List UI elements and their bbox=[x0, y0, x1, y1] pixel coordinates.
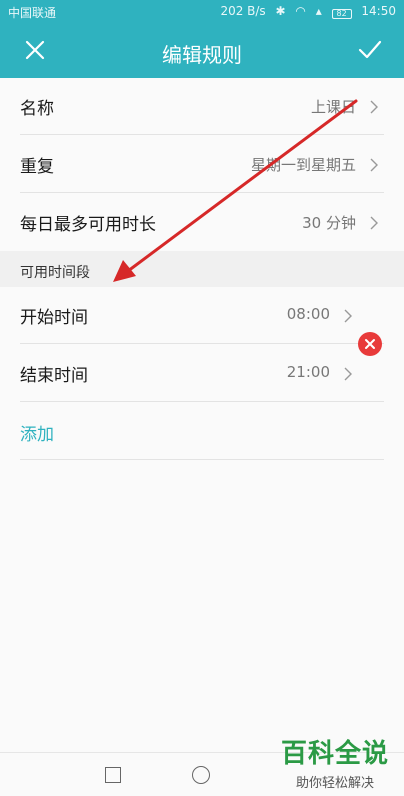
rule-row-name[interactable]: 名称 上课日 bbox=[20, 78, 384, 135]
recent-apps-icon[interactable] bbox=[105, 767, 121, 783]
time-row-start[interactable]: 开始时间 08:00 bbox=[20, 287, 384, 344]
status-bar: 中国联通 202 B/s ✱ ◠ ▴ 82 14:50 bbox=[0, 0, 404, 24]
divider bbox=[20, 401, 384, 402]
time-value: 21:00 bbox=[286, 363, 330, 381]
divider bbox=[20, 343, 384, 344]
status-right: 202 B/s ✱ ◠ ▴ 82 14:50 bbox=[214, 4, 396, 19]
page-title: 编辑规则 bbox=[162, 43, 242, 67]
rule-value: 30 分钟 bbox=[302, 214, 356, 232]
divider bbox=[20, 192, 384, 193]
chevron-right-icon bbox=[344, 367, 352, 381]
check-icon bbox=[358, 40, 382, 59]
watermark-title: 百科全说 bbox=[280, 739, 389, 769]
bluetooth-icon: ✱ bbox=[275, 4, 286, 18]
clock: 14:50 bbox=[361, 4, 396, 18]
chevron-right-icon bbox=[370, 100, 378, 114]
carrier-name: 中国联通 bbox=[8, 6, 57, 20]
section-header: 可用时间段 bbox=[0, 251, 404, 287]
confirm-button[interactable] bbox=[356, 37, 384, 63]
signal-icon: ▴ bbox=[315, 4, 322, 18]
home-icon[interactable] bbox=[192, 766, 210, 784]
chevron-right-icon bbox=[370, 216, 378, 230]
rule-value: 上课日 bbox=[310, 98, 356, 116]
rule-value: 星期一到星期五 bbox=[250, 156, 356, 174]
rule-row-daily-limit[interactable]: 每日最多可用时长 30 分钟 bbox=[20, 194, 384, 251]
time-value: 08:00 bbox=[286, 305, 330, 323]
battery-icon: 82 bbox=[331, 9, 352, 19]
title-bar: 编辑规则 bbox=[0, 24, 404, 78]
time-row-end[interactable]: 结束时间 21:00 bbox=[20, 345, 384, 402]
watermark-subtitle: 助你轻松解决 bbox=[295, 776, 374, 791]
divider bbox=[20, 459, 384, 460]
close-icon bbox=[365, 339, 375, 349]
wifi-icon: ◠ bbox=[295, 4, 306, 18]
delete-time-slot-button[interactable] bbox=[358, 332, 382, 356]
divider bbox=[20, 134, 384, 135]
chevron-right-icon bbox=[370, 158, 378, 172]
watermark: 百科全说 助你轻松解决 bbox=[277, 733, 393, 791]
rule-label: 重复 bbox=[20, 157, 54, 177]
rule-label: 名称 bbox=[20, 99, 54, 119]
rule-row-repeat[interactable]: 重复 星期一到星期五 bbox=[20, 136, 384, 193]
rule-label: 每日最多可用时长 bbox=[20, 215, 156, 235]
time-label: 结束时间 bbox=[20, 366, 88, 386]
network-speed: 202 B/s bbox=[220, 4, 266, 18]
chevron-right-icon bbox=[344, 309, 352, 323]
section-title: 可用时间段 bbox=[20, 265, 90, 281]
add-time-slot-link[interactable]: 添加 bbox=[20, 420, 54, 445]
time-label: 开始时间 bbox=[20, 308, 88, 328]
